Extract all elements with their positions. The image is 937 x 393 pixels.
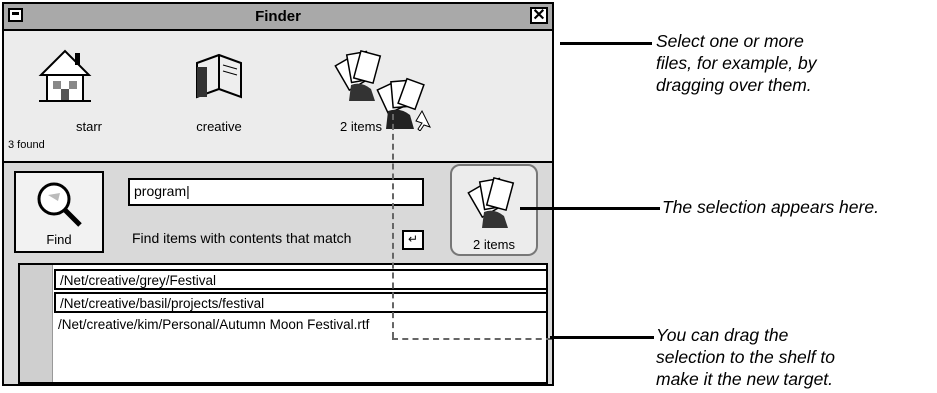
callout-line: selection to the shelf to (656, 347, 835, 367)
text-cursor: | (186, 183, 190, 199)
match-mode-selector[interactable]: Find items with contents that match (128, 226, 424, 252)
callout-leader (550, 336, 654, 339)
target-label: 2 items (473, 237, 515, 252)
callout-leader (560, 42, 652, 45)
book-icon (196, 53, 242, 99)
list-item[interactable]: /Net/creative/grey/Festival (54, 269, 548, 290)
magnifier-icon (37, 182, 82, 227)
cards-in-hand-icon (467, 176, 515, 228)
shelf-item-starr[interactable]: starr (20, 45, 110, 145)
search-input[interactable]: program| (128, 178, 424, 206)
list-item[interactable]: /Net/creative/basil/projects/festival (54, 292, 548, 313)
callout-line: dragging over them. (656, 75, 812, 95)
callout-select: Select one or more files, for example, b… (656, 30, 816, 96)
list-item[interactable]: /Net/creative/kim/Personal/Autumn Moon F… (54, 315, 548, 336)
shelf[interactable]: starr creative 2 items (4, 31, 552, 163)
callout-leader (520, 207, 660, 210)
find-button[interactable]: Find (14, 171, 104, 253)
callout-drag: You can drag the selection to the shelf … (656, 324, 835, 390)
target-well[interactable]: 2 items (450, 164, 538, 256)
shelf-item-label: starr (76, 119, 102, 134)
callout-line: make it the new target. (656, 369, 834, 389)
dragged-cards-icon (376, 77, 431, 131)
results-gutter (20, 265, 53, 382)
callout-line: files, for example, by (656, 53, 817, 73)
finder-window: Finder ✕ starr creative 2 items 3 found … (2, 2, 554, 386)
found-count: 3 found (8, 139, 45, 151)
drag-path-line (392, 114, 394, 338)
title-bar[interactable]: Finder ✕ (4, 4, 552, 31)
callout-line: You can drag the (656, 325, 789, 345)
house-icon (38, 49, 92, 102)
find-button-label: Find (46, 232, 72, 247)
shelf-item-label: creative (196, 119, 242, 134)
match-mode-label: Find items with contents that match (132, 230, 352, 246)
close-button[interactable]: ✕ (530, 7, 548, 24)
search-input-value: program (134, 183, 187, 199)
enter-button[interactable]: ↵ (402, 230, 424, 250)
window-title: Finder (255, 8, 301, 25)
callout-selection-appears: The selection appears here. (662, 197, 879, 217)
results-list[interactable]: /Net/creative/grey/Festival /Net/creativ… (18, 263, 548, 384)
drag-path-line (392, 338, 552, 340)
shelf-item-creative[interactable]: creative (174, 45, 264, 145)
callout-line: Select one or more (656, 31, 804, 51)
